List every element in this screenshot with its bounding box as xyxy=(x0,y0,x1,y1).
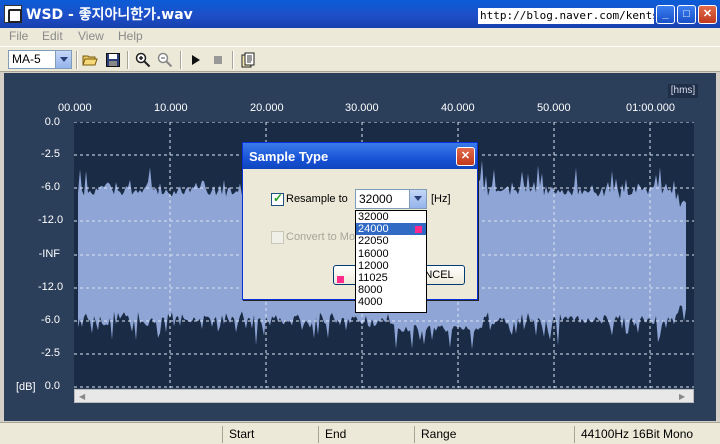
rate-option[interactable]: 22050 xyxy=(356,235,426,247)
resample-checkbox[interactable] xyxy=(271,191,284,206)
close-button[interactable]: ✕ xyxy=(698,5,717,24)
zoom-in-icon[interactable] xyxy=(133,50,153,70)
rate-option-highlighted[interactable]: 24000 xyxy=(356,223,426,236)
toolbar-separator xyxy=(180,51,182,69)
resample-label: Resample to xyxy=(286,193,348,205)
open-folder-icon[interactable] xyxy=(80,50,100,70)
level-tick: 0.0 xyxy=(44,116,60,128)
window-title: WSD - 좋지아니한가.wav xyxy=(26,7,193,23)
level-tick: -2.5 xyxy=(41,148,60,160)
status-end: End xyxy=(318,426,412,443)
rate-option[interactable]: 12000 xyxy=(356,260,426,272)
convert-mono-label: Convert to Mo xyxy=(286,231,356,243)
url-overlay: http://blog.naver.com/kentsh2 xyxy=(478,8,654,24)
convert-mono-checkbox[interactable] xyxy=(271,231,284,244)
rate-option[interactable]: 16000 xyxy=(356,248,426,260)
horizontal-scrollbar[interactable]: ◀ ▶ xyxy=(74,389,694,403)
toolbar: MA-5 xyxy=(0,46,720,72)
level-tick: -12.0 xyxy=(38,281,64,293)
toolbar-separator xyxy=(76,51,78,69)
preset-select[interactable]: MA-5 xyxy=(8,50,72,69)
time-tick: 00.000 xyxy=(58,102,92,114)
level-tick: -INF xyxy=(38,248,60,260)
sample-rate-value: 32000 xyxy=(359,192,393,206)
cursor-marker xyxy=(337,276,344,283)
rate-option[interactable]: 11025 xyxy=(356,272,426,284)
time-tick: 10.000 xyxy=(154,102,188,114)
sample-rate-dropdown-list[interactable]: 32000 24000 22050 16000 12000 11025 8000… xyxy=(355,210,427,313)
menu-bar: File Edit View Help xyxy=(0,28,720,46)
maximize-button[interactable]: □ xyxy=(677,5,696,24)
status-start: Start xyxy=(222,426,316,443)
scroll-right-icon[interactable]: ▶ xyxy=(679,392,689,401)
stop-icon[interactable] xyxy=(208,50,228,70)
app-icon[interactable] xyxy=(4,5,22,23)
menu-edit[interactable]: Edit xyxy=(42,29,63,43)
minimize-button[interactable]: _ xyxy=(656,5,675,24)
time-tick: 40.000 xyxy=(441,102,475,114)
toolbar-separator xyxy=(232,51,234,69)
level-unit-label: [dB] xyxy=(16,381,36,393)
status-bar: Start End Range 44100Hz 16Bit Mono xyxy=(0,422,720,444)
rate-option[interactable]: 4000 xyxy=(356,296,426,308)
dialog-close-button[interactable]: ✕ xyxy=(456,147,475,166)
time-tick: 20.000 xyxy=(250,102,284,114)
document-icon[interactable] xyxy=(238,50,258,70)
save-icon[interactable] xyxy=(103,50,123,70)
rate-option[interactable]: 32000 xyxy=(356,211,426,223)
toolbar-separator xyxy=(127,51,129,69)
level-tick: 0.0 xyxy=(44,380,60,392)
level-tick: -6.0 xyxy=(41,314,60,326)
sample-rate-combo[interactable]: 32000 xyxy=(355,189,427,209)
rate-option[interactable]: 8000 xyxy=(356,284,426,296)
scroll-left-icon[interactable]: ◀ xyxy=(79,392,89,401)
level-tick: -6.0 xyxy=(41,181,60,193)
menu-help[interactable]: Help xyxy=(118,29,143,43)
status-range: Range xyxy=(414,426,572,443)
chevron-down-icon[interactable] xyxy=(409,190,426,208)
time-tick: 30.000 xyxy=(345,102,379,114)
time-tick: 01:00.000 xyxy=(626,102,675,114)
time-tick: 50.000 xyxy=(537,102,571,114)
chevron-down-icon[interactable] xyxy=(55,51,71,68)
menu-view[interactable]: View xyxy=(78,29,104,43)
time-unit-label: [hms] xyxy=(668,84,698,98)
hz-unit-label: [Hz] xyxy=(431,193,451,205)
menu-file[interactable]: File xyxy=(9,29,28,43)
play-icon[interactable] xyxy=(186,50,206,70)
zoom-out-icon[interactable] xyxy=(155,50,175,70)
status-format: 44100Hz 16Bit Mono xyxy=(574,426,718,443)
level-tick: -12.0 xyxy=(38,214,64,226)
preset-value: MA-5 xyxy=(12,52,41,66)
dialog-title: Sample Type xyxy=(243,143,477,169)
level-tick: -2.5 xyxy=(41,347,60,359)
